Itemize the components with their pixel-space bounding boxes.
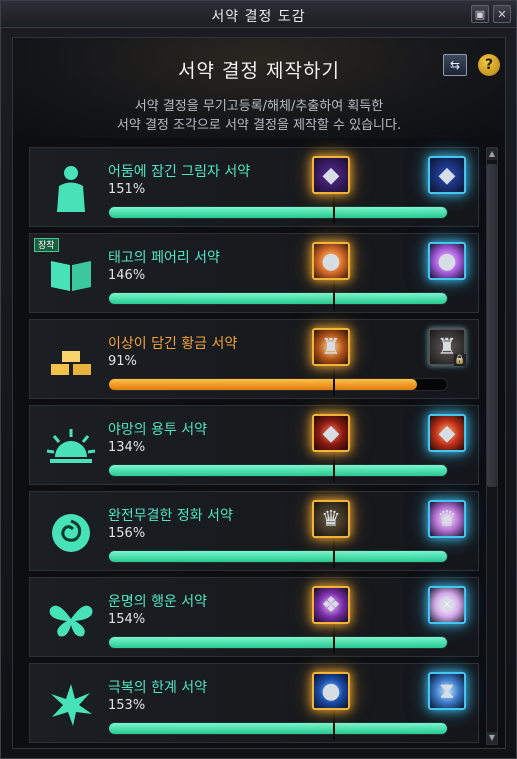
pledge-percent: 91%: [108, 354, 137, 369]
rising-sun-icon: [44, 420, 98, 474]
progress-fill: [109, 723, 447, 734]
scroll-down-icon[interactable]: ▼: [487, 732, 497, 744]
description: 서약 결정을 무기고등록/해체/추출하여 획득한 서약 결정 조각으로 서약 결…: [13, 97, 505, 135]
progress-fill: [109, 551, 447, 562]
pledge-percent: 146%: [108, 268, 146, 283]
codex-window: 서약 결정 도감 ▣ ✕ 서약 결정 제작하기 서약 결정을 무기고등록/해체/…: [0, 0, 517, 759]
equipped-badge: 장착: [34, 238, 59, 252]
pledge-name: 극복의 한계 서약: [108, 680, 208, 696]
pledge-name: 이상이 담긴 황금 서약: [108, 336, 238, 352]
red-crystal-upgraded-icon[interactable]: ◆: [428, 414, 466, 452]
progress-fill: [109, 293, 447, 304]
progress-marker: [333, 190, 335, 224]
book-icon: [44, 248, 98, 302]
progress-marker: [333, 276, 335, 310]
progress-bar: [108, 206, 448, 219]
swap-arrows-icon[interactable]: ⇆: [443, 54, 467, 76]
gold-bars-icon: [44, 334, 98, 388]
butterfly-icon: [44, 592, 98, 646]
pledge-percent: 156%: [108, 526, 146, 541]
red-crystal-icon[interactable]: ◆: [312, 414, 350, 452]
progress-marker: [333, 448, 335, 482]
pledge-row[interactable]: 운명의 행운 서약 154% ❖ ❖: [29, 577, 479, 657]
pledge-percent: 134%: [108, 440, 146, 455]
pale-crystal-icon[interactable]: ❖: [428, 586, 466, 624]
locked-relic-icon[interactable]: ♜ 🔒: [428, 328, 466, 366]
pledge-name: 완전무결한 정화 서약: [108, 508, 233, 524]
scroll-thumb[interactable]: [487, 164, 497, 487]
dark-blue-gem-icon[interactable]: ◆: [428, 156, 466, 194]
pledge-name: 어둠에 잠긴 그림자 서약: [108, 164, 251, 180]
header: 서약 결정 제작하기 서약 결정을 무기고등록/해체/추출하여 획득한 서약 결…: [13, 38, 505, 138]
progress-bar: [108, 292, 448, 305]
progress-marker: [333, 620, 335, 654]
shadow-figure-icon: [44, 162, 98, 216]
purple-crystal-icon[interactable]: ❖: [312, 586, 350, 624]
blue-hourglass-icon[interactable]: ⧗: [428, 672, 466, 710]
description-line: 서약 결정을 무기고등록/해체/추출하여 획득한: [134, 99, 384, 114]
pledge-name: 운명의 행운 서약: [108, 594, 208, 610]
starburst-icon: [44, 678, 98, 732]
pledge-percent: 151%: [108, 182, 146, 197]
page-title: 서약 결정 제작하기: [178, 60, 340, 82]
pledge-row[interactable]: 어둠에 잠긴 그림자 서약 151% ◆ ◆: [29, 147, 479, 227]
rose-icon: [44, 506, 98, 560]
golden-relic-icon[interactable]: ♜: [312, 328, 350, 366]
progress-bar: [108, 378, 448, 391]
light-idol-icon[interactable]: ♛: [428, 500, 466, 538]
pledge-row[interactable]: 야망의 용투 서약 134% ◆ ◆: [29, 405, 479, 485]
progress-marker: [333, 362, 335, 396]
lock-icon: 🔒: [454, 354, 466, 366]
progress-fill: [109, 465, 447, 476]
pledge-row[interactable]: 장착 태고의 페어리 서약 146% ● ●: [29, 233, 479, 313]
progress-fill: [109, 379, 417, 390]
pledge-list: 어둠에 잠긴 그림자 서약 151% ◆ ◆ 장착 태고의 페어리 서약 146…: [29, 147, 479, 745]
progress-marker: [333, 706, 335, 740]
blue-orb-icon[interactable]: ●: [312, 672, 350, 710]
rainbow-orb-icon[interactable]: ●: [312, 242, 350, 280]
pledge-row[interactable]: 극복의 한계 서약 153% ● ⧗: [29, 663, 479, 743]
progress-bar: [108, 550, 448, 563]
title-bar[interactable]: 서약 결정 도감 ▣ ✕: [1, 1, 516, 28]
progress-bar: [108, 464, 448, 477]
progress-fill: [109, 637, 447, 648]
close-icon[interactable]: ✕: [493, 5, 511, 23]
progress-marker: [333, 534, 335, 568]
dark-idol-icon[interactable]: ♛: [312, 500, 350, 538]
window-title: 서약 결정 도감: [211, 9, 306, 25]
pin-icon[interactable]: ▣: [471, 5, 489, 23]
help-button[interactable]: ?: [478, 54, 500, 76]
progress-bar: [108, 722, 448, 735]
pledge-row[interactable]: 이상이 담긴 황금 서약 91% ♜ ♜ 🔒: [29, 319, 479, 399]
pledge-name: 태고의 페어리 서약: [108, 250, 220, 266]
scroll-up-icon[interactable]: ▲: [487, 148, 497, 160]
dark-purple-gem-icon[interactable]: ◆: [312, 156, 350, 194]
pledge-row[interactable]: 완전무결한 정화 서약 156% ♛ ♛: [29, 491, 479, 571]
scrollbar[interactable]: ▲ ▼: [486, 147, 498, 745]
pledge-percent: 154%: [108, 612, 146, 627]
progress-bar: [108, 636, 448, 649]
description-line: 서약 결정 조각으로 서약 결정을 제작할 수 있습니다.: [116, 118, 402, 133]
pink-orb-icon[interactable]: ●: [428, 242, 466, 280]
progress-fill: [109, 207, 447, 218]
pledge-percent: 153%: [108, 698, 146, 713]
pledge-name: 야망의 용투 서약: [108, 422, 208, 438]
content-panel: 서약 결정 제작하기 서약 결정을 무기고등록/해체/추출하여 획득한 서약 결…: [12, 37, 506, 749]
